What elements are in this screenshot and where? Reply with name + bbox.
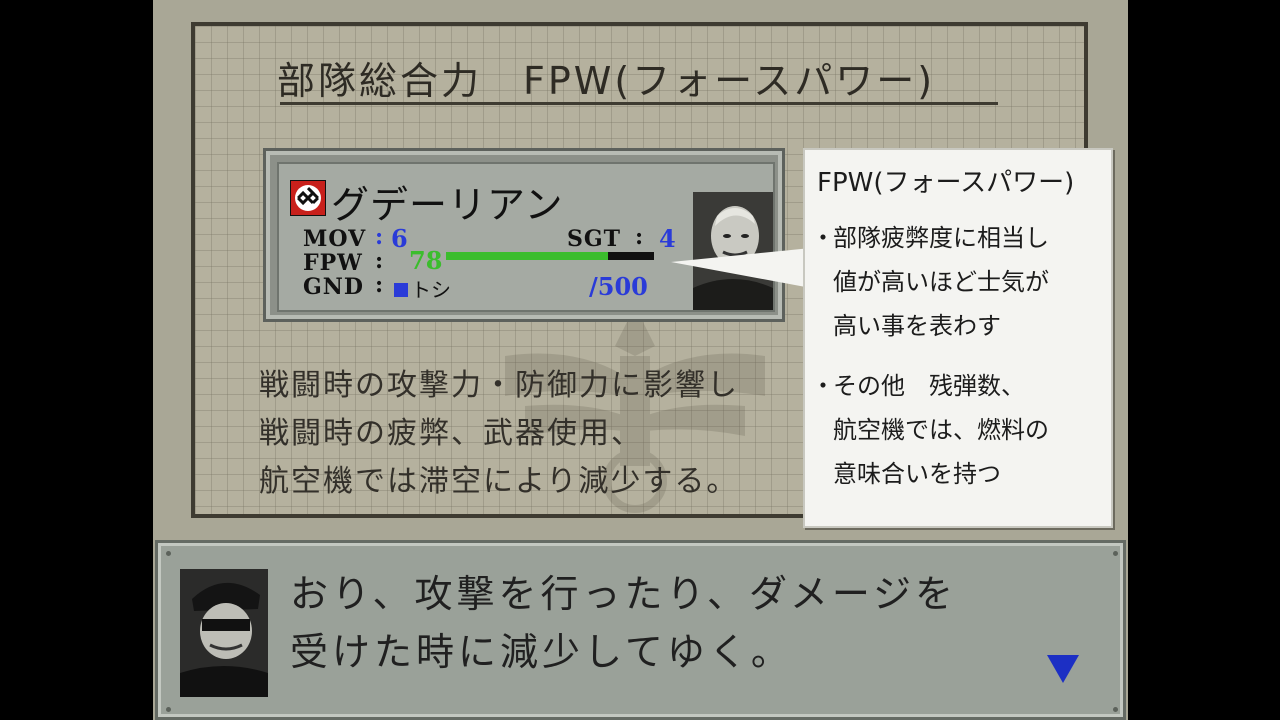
fpw-tooltip: FPW(フォースパワー) ・ 部隊疲弊度に相当し 値が高いほど士気が 高い事を表… xyxy=(803,148,1113,528)
gnd-value: トシ xyxy=(411,278,451,302)
dialog-box[interactable]: おり、攻撃を行ったり、ダメージを 受けた時に減少してゆく。 xyxy=(155,540,1126,720)
dialog-line: 受けた時に減少してゆく。 xyxy=(290,630,793,674)
speaker-portrait xyxy=(180,569,268,697)
description-line: 戦闘時の疲弊、武器使用、 xyxy=(259,416,643,451)
unit-name: グデーリアン xyxy=(331,183,564,227)
game-screen: 部隊総合力 FPW(フォースパワー) グデーリアン MOV : 6 SGT : … xyxy=(153,0,1128,720)
fpw-bar xyxy=(446,252,654,260)
title-underline xyxy=(280,102,998,105)
rivet xyxy=(166,707,171,712)
rivet xyxy=(1113,551,1118,556)
tooltip-pointer xyxy=(671,248,811,288)
fpw-value: 78 xyxy=(409,246,443,275)
dialog-line: おり、攻撃を行ったり、ダメージを xyxy=(290,572,958,616)
unit-card: グデーリアン MOV : 6 SGT : 4 FPW : 78 GND : トシ… xyxy=(263,148,785,322)
description-line: 航空機では滞空により減少する。 xyxy=(259,464,739,499)
description-text: 戦闘時の攻撃力・防御力に影響し 戦闘時の疲弊、武器使用、 航空機では滞空により減… xyxy=(259,362,819,506)
gnd-colon: : xyxy=(375,272,385,298)
tooltip-line: 値が高いほど士気が xyxy=(833,268,1049,296)
fpw-label: FPW xyxy=(303,250,363,276)
tooltip-line: 部隊疲弊度に相当し xyxy=(833,224,1049,252)
triangle-down-icon[interactable] xyxy=(1046,653,1080,685)
sgt-colon: : xyxy=(635,224,645,250)
tooltip-bullet-1: ・ 部隊疲弊度に相当し 値が高いほど士気が 高い事を表わす xyxy=(811,216,1049,348)
tooltip-line: 高い事を表わす xyxy=(833,312,1001,340)
fpw-max: /500 xyxy=(589,272,648,301)
mov-value: 6 xyxy=(391,224,408,253)
info-panel: 部隊総合力 FPW(フォースパワー) グデーリアン MOV : 6 SGT : … xyxy=(191,22,1113,528)
fpw-bar-fill xyxy=(446,252,609,260)
rivet xyxy=(1113,707,1118,712)
sgt-label: SGT xyxy=(567,226,622,252)
unit-card-inner: グデーリアン MOV : 6 SGT : 4 FPW : 78 GND : トシ… xyxy=(277,162,775,312)
gnd-square-icon xyxy=(394,283,408,297)
rivet xyxy=(166,551,171,556)
tooltip-bullet-2: ・ その他 残弾数、 航空機では、燃料の 意味合いを持つ xyxy=(811,364,1049,496)
tooltip-title: FPW(フォースパワー) xyxy=(817,168,1075,198)
gnd-label: GND xyxy=(303,274,364,300)
dialog-text: おり、攻撃を行ったり、ダメージを 受けた時に減少してゆく。 xyxy=(290,565,1050,681)
fpw-colon: : xyxy=(375,248,385,274)
tooltip-line: 航空機では、燃料の xyxy=(833,416,1049,444)
bullet-dot: ・ xyxy=(811,224,835,252)
mov-label: MOV xyxy=(303,226,367,252)
page-title: 部隊総合力 FPW(フォースパワー) xyxy=(277,59,936,103)
tooltip-line: 意味合いを持つ xyxy=(833,460,1001,488)
description-line: 戦闘時の攻撃力・防御力に影響し xyxy=(259,368,739,403)
mov-colon: : xyxy=(375,224,385,250)
tooltip-line: その他 残弾数、 xyxy=(833,372,1025,400)
faction-flag-icon xyxy=(290,180,326,216)
